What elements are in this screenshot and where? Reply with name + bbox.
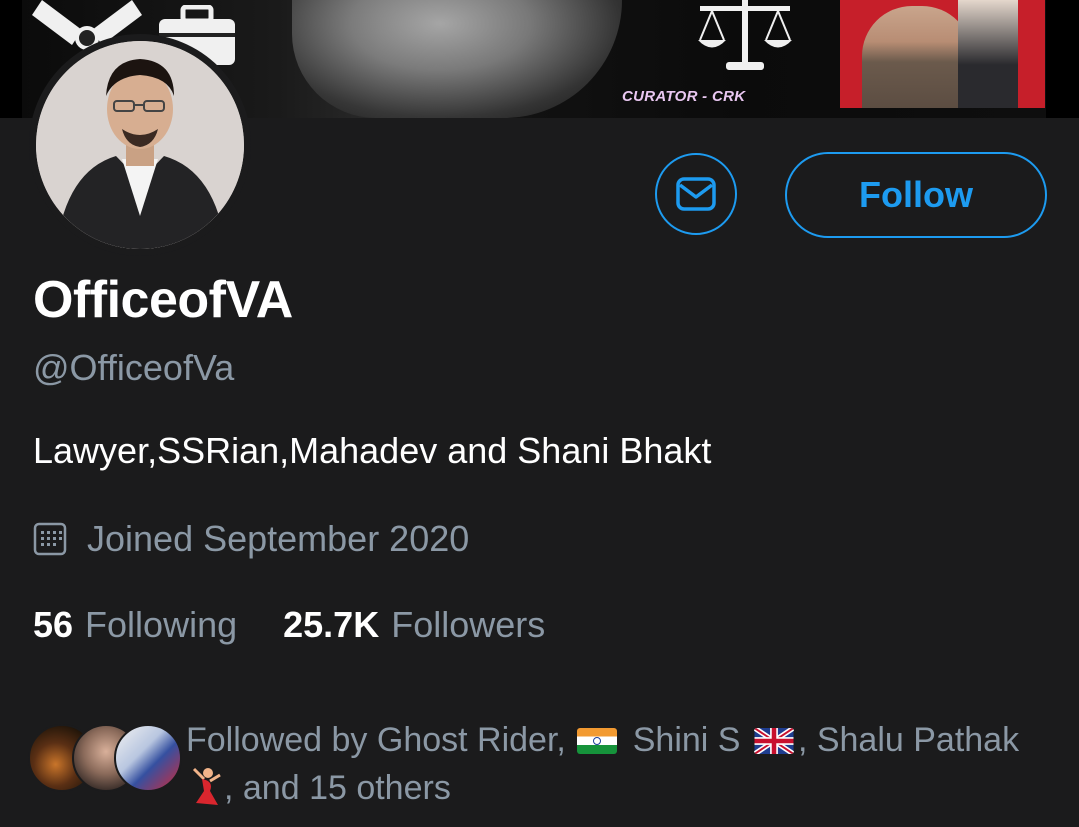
- followers-label: Followers: [391, 604, 546, 645]
- profile-bio: Lawyer,SSRian,Mahadev and Shani Bhakt: [33, 430, 712, 471]
- india-flag-icon: [577, 728, 618, 754]
- joined-date: Joined September 2020: [33, 518, 469, 560]
- dancer-emoji-icon: [192, 767, 221, 805]
- followed-by-text: Followed by Ghost Rider, Shini S , Shalu…: [186, 716, 1066, 812]
- follow-stats: 56 Following 25.7K Followers: [33, 604, 545, 646]
- banner-person-image: [862, 6, 972, 108]
- joined-text: Joined September 2020: [87, 518, 470, 559]
- followed-by-suffix: , and 15 others: [224, 769, 451, 807]
- following-link[interactable]: 56 Following: [33, 604, 237, 646]
- followed-by-section[interactable]: Followed by Ghost Rider, Shini S , Shalu…: [28, 716, 1068, 816]
- banner-person2-image: [958, 0, 1018, 108]
- follow-button[interactable]: Follow: [785, 152, 1047, 238]
- statue-image: [292, 0, 622, 118]
- followed-by-name3: , Shalu Pathak: [797, 721, 1020, 759]
- user-handle: @OfficeofVa: [33, 347, 235, 388]
- followed-by-name2: Shini S: [632, 721, 741, 759]
- avatar-image: [36, 41, 244, 249]
- banner-curator-text: CURATOR - CRK: [622, 88, 746, 105]
- followers-count: 25.7K: [283, 604, 380, 645]
- scales-of-justice-icon: [698, 0, 792, 70]
- following-label: Following: [85, 604, 238, 645]
- followed-by-prefix: Followed by Ghost Rider,: [186, 721, 566, 759]
- uk-flag-icon: [753, 728, 794, 754]
- following-count: 56: [33, 604, 74, 645]
- profile-avatar[interactable]: [29, 34, 251, 256]
- calendar-icon: [33, 522, 67, 556]
- follower-avatar-3: [114, 724, 182, 792]
- followers-link[interactable]: 25.7K Followers: [283, 604, 545, 646]
- mail-icon: [676, 177, 716, 211]
- person-silhouette-icon: [36, 41, 244, 249]
- message-button[interactable]: [655, 153, 737, 235]
- display-name: OfficeofVA: [33, 271, 293, 329]
- banner-photo: [840, 0, 1045, 108]
